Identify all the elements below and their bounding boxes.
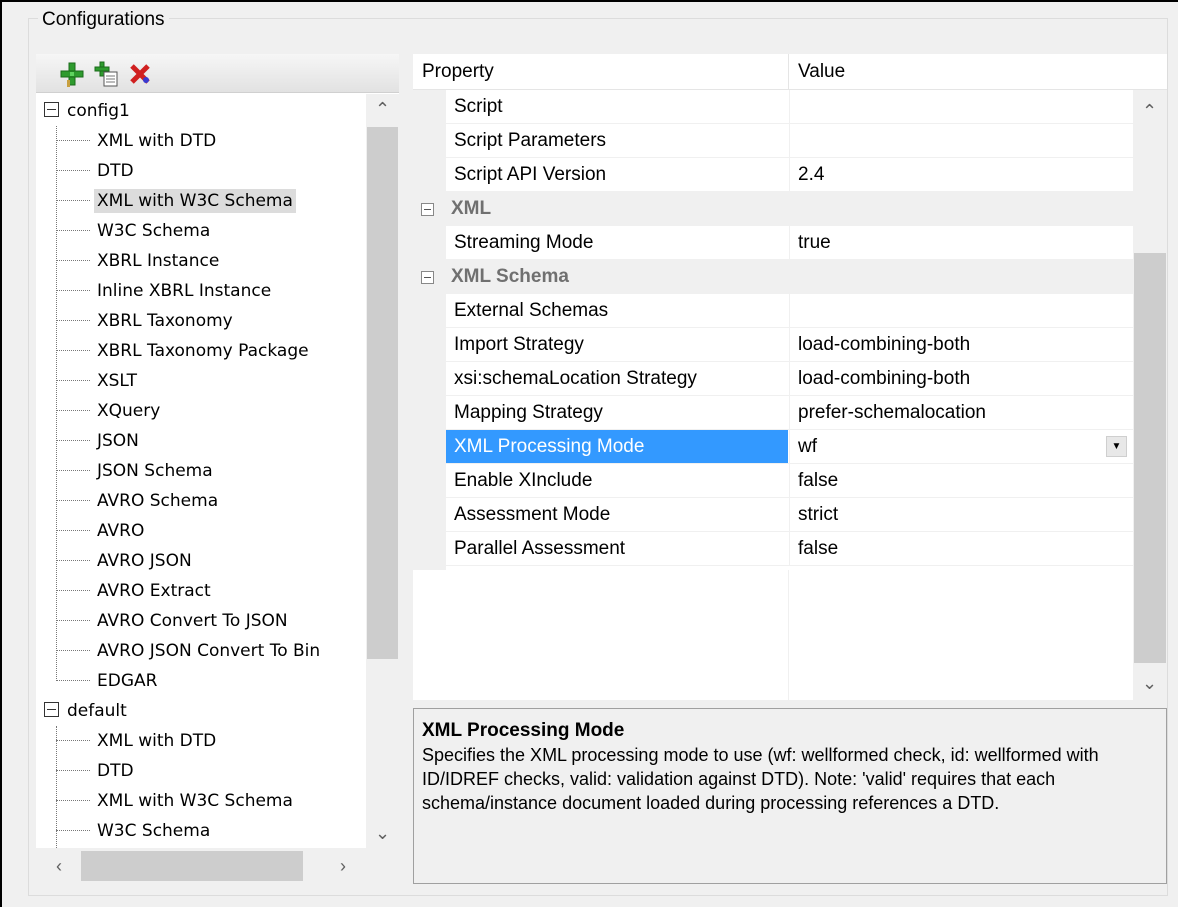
tree-item[interactable]: XBRL Taxonomy <box>56 306 236 336</box>
tree-item[interactable]: XBRL Taxonomy Package <box>56 336 312 366</box>
tree-item[interactable]: JSON Schema <box>56 456 216 486</box>
tree-item[interactable]: XBRL Instance <box>56 246 222 276</box>
tree-scroll-thumb[interactable] <box>367 127 398 659</box>
tree-item[interactable]: AVRO JSON Convert To Bin <box>56 636 323 666</box>
tree-item[interactable]: AVRO <box>56 516 147 546</box>
tree-item-selected[interactable]: XML with W3C Schema <box>56 186 296 216</box>
tree-item[interactable]: AVRO Extract <box>56 576 214 606</box>
delete-config-button[interactable] <box>126 60 154 88</box>
category-row-xml[interactable]: XML <box>413 192 1133 226</box>
property-row[interactable]: Script <box>413 90 1133 124</box>
tree-node-default[interactable]: default <box>44 696 127 726</box>
tree-item[interactable]: Inline XBRL Instance <box>56 276 274 306</box>
collapse-icon[interactable] <box>421 203 434 216</box>
property-row[interactable]: xsi:schemaLocation Strategy load-combinin… <box>413 362 1133 396</box>
scroll-corner <box>366 848 399 884</box>
property-row[interactable]: External Schemas <box>413 294 1133 328</box>
property-row[interactable]: Enable XInclude false <box>413 464 1133 498</box>
tree-item[interactable]: XML with DTD <box>56 726 219 756</box>
tree-item[interactable]: EDGAR <box>56 666 160 696</box>
collapse-icon[interactable] <box>44 701 59 717</box>
scroll-left-icon[interactable]: ‹ <box>44 851 74 881</box>
tree-toolbar <box>36 54 399 93</box>
tree-vertical-scrollbar[interactable]: ⌃ ⌄ <box>366 94 399 848</box>
tree-item[interactable]: XQuery <box>56 396 163 426</box>
configurations-title: Configurations <box>38 9 169 31</box>
tree-item[interactable]: DTD <box>56 156 137 186</box>
description-panel: XML Processing Mode Specifies the XML pr… <box>413 708 1167 884</box>
property-row[interactable]: Script API Version 2.4 <box>413 158 1133 192</box>
tree-item[interactable]: AVRO Schema <box>56 486 221 516</box>
scroll-up-icon[interactable]: ⌃ <box>366 94 399 124</box>
property-row[interactable]: Mapping Strategy prefer-schemalocation <box>413 396 1133 430</box>
add-config-icon <box>60 62 84 87</box>
tree-item[interactable]: XSLT <box>56 366 140 396</box>
copy-config-icon <box>94 61 118 87</box>
property-row[interactable]: Streaming Mode true <box>413 226 1133 260</box>
scroll-up-icon[interactable]: ⌃ <box>1133 96 1166 126</box>
dropdown-arrow-icon[interactable]: ▼ <box>1106 436 1127 457</box>
scroll-down-icon[interactable]: ⌄ <box>366 818 399 848</box>
scroll-right-icon[interactable]: › <box>328 851 358 881</box>
configuration-tree-panel: config1 XML with DTD DTD XML with W3C Sc… <box>36 54 399 884</box>
tree-node-config1[interactable]: config1 <box>44 96 130 126</box>
description-title: XML Processing Mode <box>422 720 625 741</box>
description-text: Specifies the XML processing mode to use… <box>422 745 1099 813</box>
tree-horizontal-scrollbar[interactable]: ‹ › <box>36 848 366 884</box>
property-row-selected[interactable]: XML Processing Mode wf ▼ <box>413 430 1133 464</box>
scroll-down-icon[interactable]: ⌄ <box>1133 668 1166 698</box>
tree-item[interactable]: W3C Schema <box>56 216 213 246</box>
property-row[interactable]: Parallel Assessment false <box>413 532 1133 566</box>
category-row-xml-schema[interactable]: XML Schema <box>413 260 1133 294</box>
header-value[interactable]: Value <box>789 54 845 90</box>
grid-body: Script Script Parameters Script API Vers… <box>413 90 1133 700</box>
tree-item[interactable]: DTD <box>56 756 137 786</box>
configuration-tree: config1 XML with DTD DTD XML with W3C Sc… <box>36 94 366 848</box>
property-row[interactable]: Assessment Mode strict <box>413 498 1133 532</box>
grid-header: Property Value <box>413 54 1167 90</box>
column-divider <box>788 570 789 700</box>
property-row[interactable]: Script Parameters <box>413 124 1133 158</box>
header-property[interactable]: Property <box>413 54 494 90</box>
tree-item[interactable]: W3C Schema <box>56 816 213 846</box>
tree-item[interactable]: XML with DTD <box>56 126 219 156</box>
tree-item[interactable]: JSON <box>56 426 142 456</box>
processing-mode-select[interactable]: wf ▼ <box>789 430 1133 463</box>
tree-item[interactable]: AVRO Convert To JSON <box>56 606 291 636</box>
copy-config-button[interactable] <box>92 60 120 88</box>
grid-vertical-scrollbar[interactable]: ⌃ ⌄ <box>1133 90 1167 700</box>
tree-hscroll-thumb[interactable] <box>81 851 303 881</box>
collapse-icon[interactable] <box>421 271 434 284</box>
tree-item[interactable]: AVRO JSON <box>56 546 195 576</box>
add-config-button[interactable] <box>58 60 86 88</box>
grid-scroll-thumb[interactable] <box>1134 253 1166 663</box>
collapse-icon[interactable] <box>44 101 59 117</box>
property-grid: Property Value Script Script Parameters … <box>413 54 1167 700</box>
property-row[interactable]: Import Strategy load-combining-both <box>413 328 1133 362</box>
delete-config-icon <box>130 64 150 84</box>
tree-item[interactable]: XML with W3C Schema <box>56 786 296 816</box>
